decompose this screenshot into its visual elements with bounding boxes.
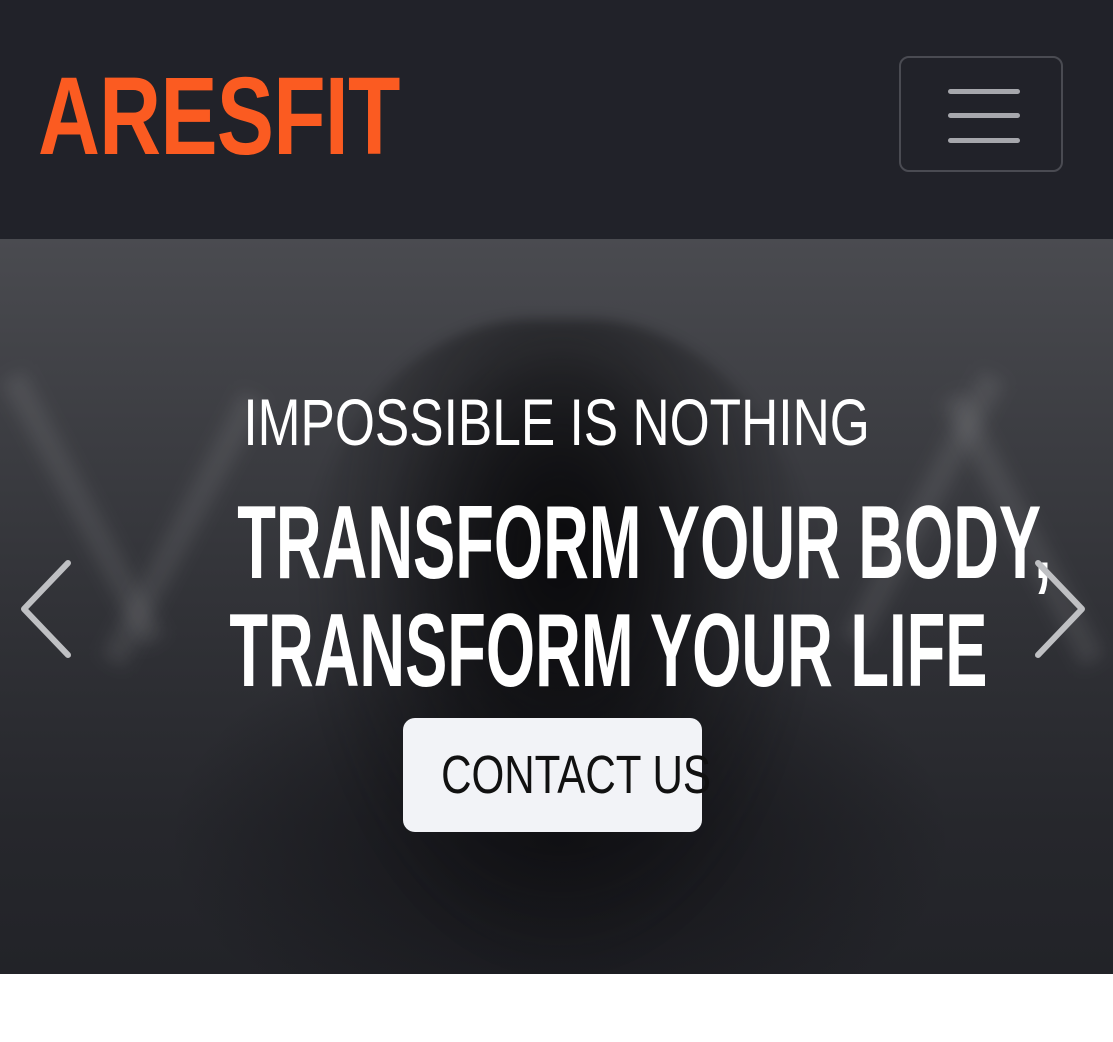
chevron-right-icon [1035,560,1085,658]
hero-subtitle: IMPOSSIBLE IS NOTHING [243,385,870,459]
chevron-left-icon [21,560,71,658]
contact-us-button[interactable]: CONTACT US [403,718,711,832]
hero-carousel: IMPOSSIBLE IS NOTHING TRANSFORM YOUR BOD… [0,239,1113,974]
hero-title: TRANSFORM YOUR BODY, TRANSFORM YOUR LIFE [229,485,1052,709]
brand-logo[interactable]: ARESFIT [38,62,400,172]
navbar: ARESFIT [0,0,1113,239]
carousel-prev-button[interactable] [16,559,76,659]
navbar-toggle-button[interactable] [899,56,1063,172]
page-content-area [0,974,1113,1042]
carousel-next-button[interactable] [1030,559,1090,659]
